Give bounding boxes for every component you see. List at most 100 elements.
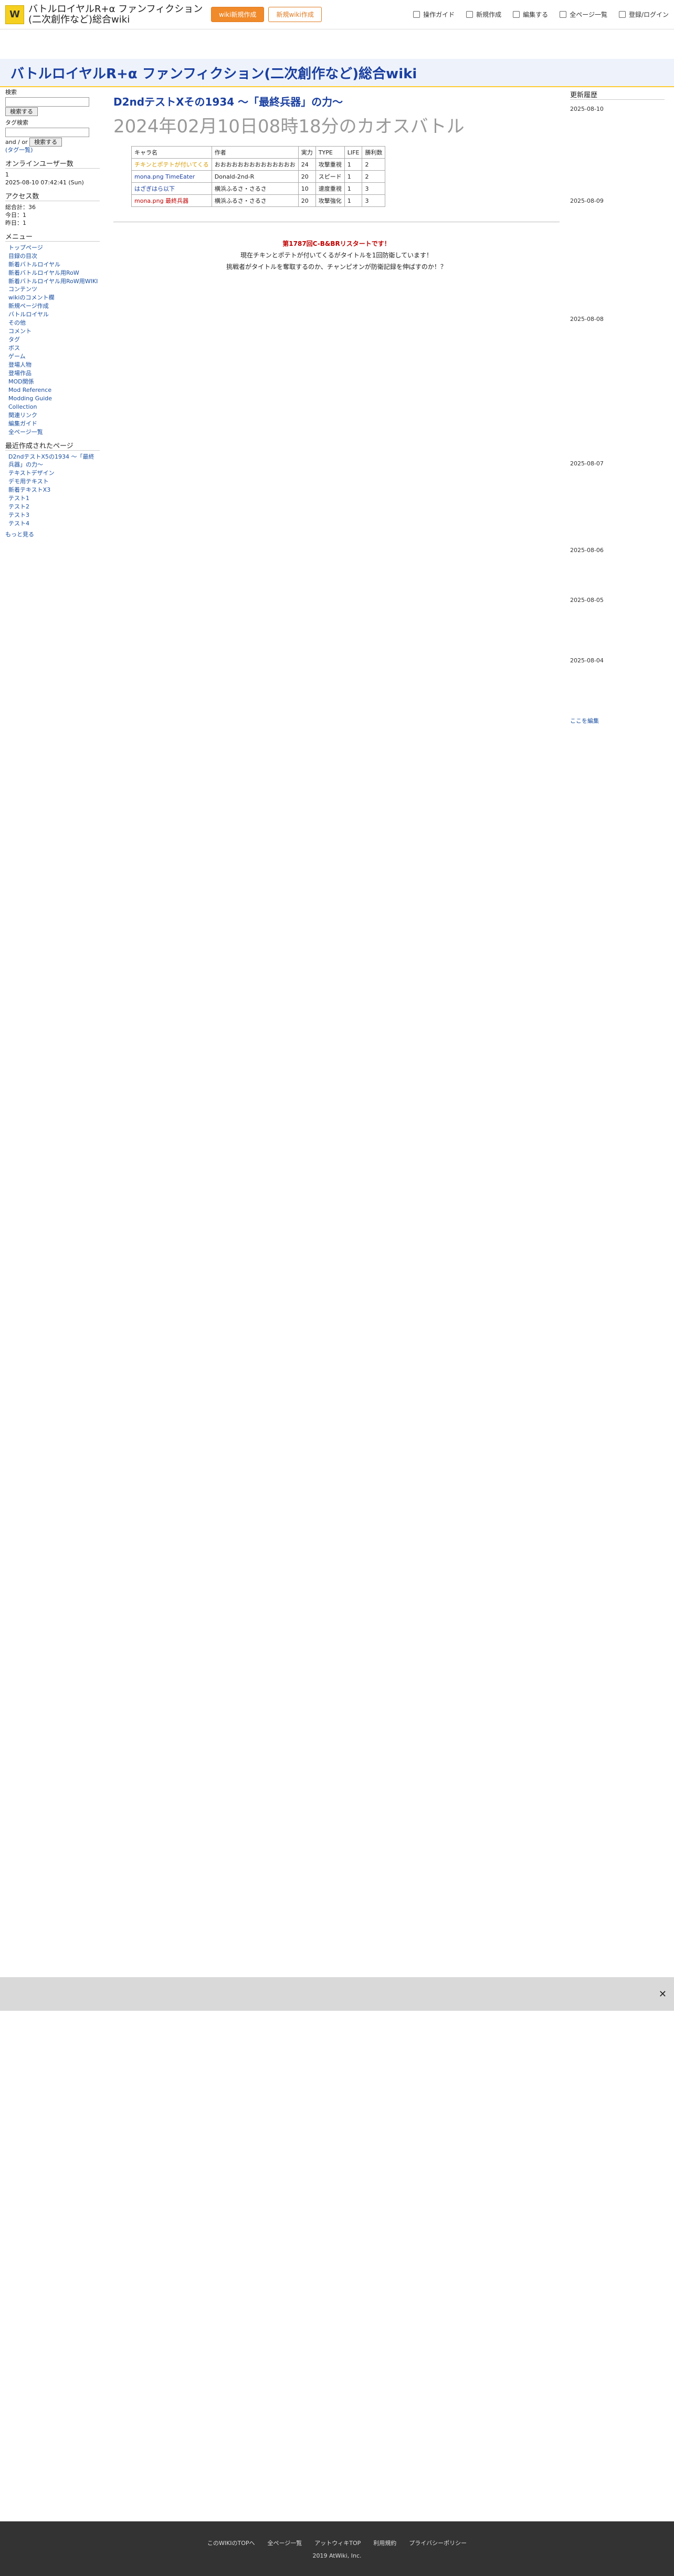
history-date: 2025-08-08 (570, 316, 604, 323)
all-pages-link[interactable]: 全ページ一覧 (560, 10, 607, 19)
menu-item[interactable]: ゲーム (8, 353, 26, 360)
site-logo[interactable]: W (5, 5, 24, 24)
table-cell: 10 (298, 182, 316, 195)
and-option[interactable]: and (5, 139, 16, 146)
menu-item[interactable]: ボス (8, 345, 20, 351)
footer-link[interactable]: 全ページ一覧 (268, 2539, 302, 2547)
menu-item[interactable]: Collection (8, 403, 37, 410)
table-row: はざぎはら以下 横浜ふるさ・さるさ 10 速度重視 1 3 (131, 182, 386, 195)
history-date: 2025-08-07 (570, 460, 604, 467)
wiki-title[interactable]: バトルロイヤルR+α ファンフィクション(二次創作など)総合wiki (10, 63, 417, 82)
table-cell: チキンとポテトが付いてくる (131, 158, 212, 171)
user-icon (618, 11, 626, 18)
footer-link[interactable]: このWIKIのTOPへ (207, 2539, 255, 2547)
recent-item[interactable]: テキストデザイン (8, 470, 55, 476)
close-icon[interactable]: ✕ (659, 1989, 667, 2000)
access-total: 総合計：36 (5, 204, 36, 211)
recent-item[interactable]: テスト2 (8, 503, 29, 510)
menu-item[interactable]: 目録の目次 (8, 253, 37, 259)
header-cell: TYPE (315, 146, 345, 159)
online-count: 1 (5, 171, 9, 178)
menu-item[interactable]: 新着バトルロイヤル用RoW用WIKIコンテンツ (8, 278, 98, 293)
search-button[interactable]: 検索する (5, 107, 38, 116)
history-date: 2025-08-10 (570, 106, 604, 112)
or-option[interactable]: or (22, 139, 27, 146)
recent-item[interactable]: デモ用テキスト (8, 478, 49, 485)
pencil-icon (513, 11, 520, 18)
overlay-banner: ✕ (0, 1977, 674, 2011)
history-date: 2025-08-05 (570, 597, 604, 604)
footer-link[interactable]: アットウィキTOP (314, 2539, 361, 2547)
header-cell: LIFE (344, 146, 363, 159)
search-input[interactable] (5, 97, 89, 107)
menu-item[interactable]: 新規ページ作成 (8, 303, 49, 309)
book-icon (413, 11, 420, 18)
recent-item[interactable]: 新着テキストX3 (8, 486, 50, 493)
table-cell: スピード (315, 170, 345, 183)
menu-item[interactable]: Modding Guide (8, 395, 52, 402)
recent-item[interactable]: D2ndテストX5の1934 ～「最終兵器」の力～ (8, 453, 94, 468)
footer-link[interactable]: 利用規約 (373, 2539, 396, 2547)
new-page-link[interactable]: 新規作成 (466, 10, 501, 19)
recent-item[interactable]: テスト4 (8, 520, 29, 527)
start-line-3: 挑戦者がタイトルを奪取するのか、チャンピオンが防衛記録を伸ばすのか！？ (226, 263, 447, 271)
menu-item[interactable]: バトルロイヤル (8, 311, 49, 318)
page-subtitle: 2024年02月10日08時18分のカオスバトル (113, 116, 465, 137)
update-history-title: 更新履歴 (570, 91, 665, 100)
start-line-1: 第1787回C-B&BRリスタートです！ (282, 240, 391, 247)
menu-item[interactable]: wikiのコメント欄 (8, 294, 54, 301)
table-cell: mona.png TimeEater (131, 170, 212, 183)
access-today: 今日：1 (5, 212, 26, 219)
menu-item[interactable]: 編集ガイド (8, 420, 37, 427)
menu-item[interactable]: 登場作品 (8, 370, 31, 377)
edit-link[interactable]: 編集する (513, 10, 548, 19)
start-line-2: 現在チキンとポテトが付いてくるがタイトルを1回防衛しています！ (240, 252, 433, 259)
main-content: D2ndテストXその1934 ～「最終兵器」の力～ 2024年02月10日08時… (113, 88, 560, 273)
tag-list-link[interactable]: (タグ一覧) (5, 147, 33, 153)
menu-item[interactable]: コメント (8, 328, 31, 335)
menu-item[interactable]: 全ページ一覧 (8, 429, 43, 435)
table-cell: 2 (362, 170, 386, 183)
header-cell: キャラ名 (131, 146, 212, 159)
page-title: D2ndテストXその1934 ～「最終兵器」の力～ (113, 96, 343, 108)
menu-item[interactable]: 関連リンク (8, 412, 37, 419)
tag-search-button[interactable]: 検索する (29, 138, 62, 147)
recent-item[interactable]: テスト3 (8, 512, 29, 518)
table-cell: Donald-2nd-R (211, 170, 299, 183)
table-cell: はざぎはら以下 (131, 182, 212, 195)
table-cell: 攻撃重視 (315, 158, 345, 171)
table-row: チキンとポテトが付いてくる おおおおおおおおおおおおおお 24 攻撃重視 1 2 (131, 158, 386, 171)
top-bar: W バトルロイヤルR+α ファンフィクション(二次創作など)総合wiki wik… (0, 0, 674, 29)
recent-item[interactable]: テスト1 (8, 495, 29, 502)
edit-here-link[interactable]: ここを編集 (570, 718, 599, 724)
access-yesterday: 昨日：1 (5, 220, 26, 226)
site-title[interactable]: バトルロイヤルR+α ファンフィクション(二次創作など)総合wiki (28, 4, 207, 25)
wiki-new-button[interactable]: wiki新規作成 (211, 7, 265, 22)
login-link[interactable]: 登録/ログイン (618, 10, 669, 19)
footer-link[interactable]: プライバシーポリシー (409, 2539, 467, 2547)
guide-link[interactable]: 操作ガイド (413, 10, 455, 19)
table-cell: 3 (362, 182, 386, 195)
menu-item[interactable]: Mod Reference (8, 387, 51, 393)
menu-title: メニュー (5, 233, 100, 242)
menu-item[interactable]: MOD関係 (8, 378, 34, 385)
header-cell: 勝利数 (362, 146, 386, 159)
recent-list: D2ndテストX5の1934 ～「最終兵器」の力～ テキストデザイン デモ用テキ… (5, 453, 100, 527)
menu-item[interactable]: トップページ (8, 244, 43, 251)
online-title: オンラインユーザー数 (5, 160, 100, 169)
table-header-row: キャラ名 作者 実力 TYPE LIFE 勝利数 (131, 146, 386, 159)
right-sidebar: 更新履歴 2025-08-10 2025-08-09 2025-08-08 20… (570, 88, 665, 725)
menu-item[interactable]: 新着バトルロイヤル (8, 261, 60, 268)
new-wiki-button[interactable]: 新規wiki作成 (268, 7, 322, 22)
top-nav: 操作ガイド 新規作成 編集する 全ページ一覧 登録/ログイン (413, 10, 669, 19)
table-row: mona.png 最終兵器 横浜ふるさ・さるさ 20 攻撃強化 1 3 (131, 194, 386, 207)
table-cell: 24 (298, 158, 316, 171)
menu-item[interactable]: 新着バトルロイヤル用RoW (8, 269, 79, 276)
menu-item[interactable]: 登場人物 (8, 361, 31, 368)
recent-more-link[interactable]: もっと見る (5, 531, 34, 538)
left-sidebar: 検索 検索する タグ検索 and / or 検索する (タグ一覧) オンラインユ… (5, 88, 100, 538)
menu-item[interactable]: その他 (8, 319, 26, 326)
tag-label: タグ検索 (5, 119, 28, 126)
tag-input[interactable] (5, 128, 89, 137)
menu-item[interactable]: タグ (8, 336, 20, 343)
